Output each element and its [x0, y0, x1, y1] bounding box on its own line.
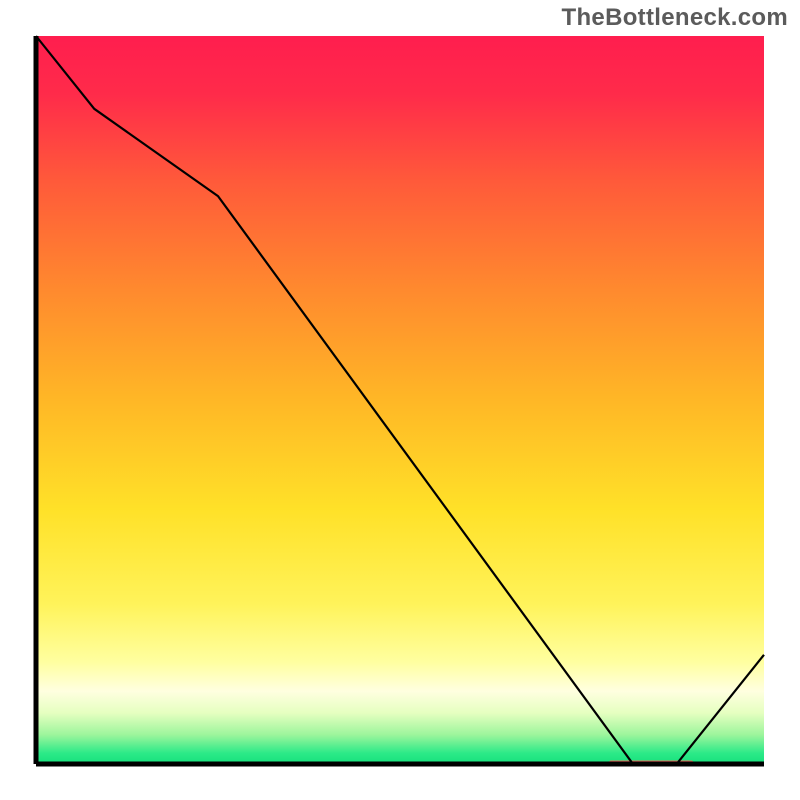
- chart-svg: [33, 33, 767, 767]
- chart-plot: [33, 33, 767, 767]
- watermark-text: TheBottleneck.com: [562, 4, 788, 32]
